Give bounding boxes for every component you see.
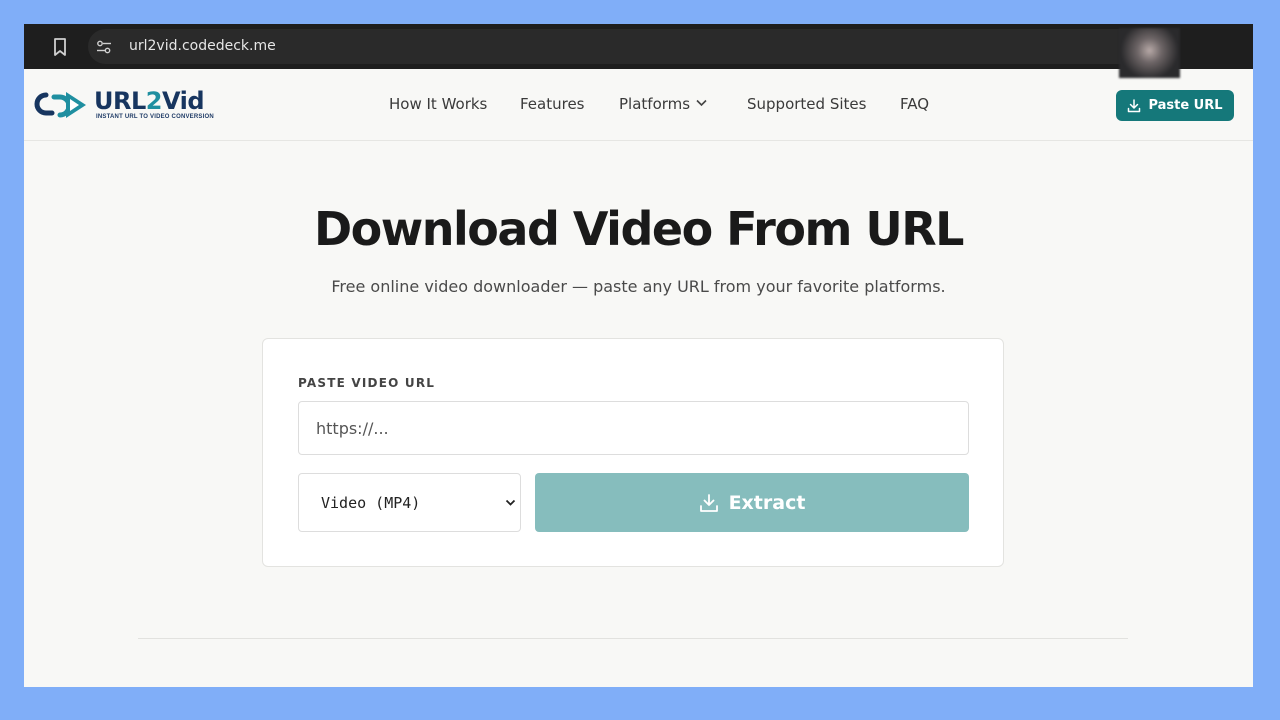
extract-button[interactable]: Extract [535, 473, 969, 532]
format-select-value: Video (MP4) [321, 493, 421, 512]
brand-wordmark: URL2Vid [94, 87, 205, 115]
chevron-down-icon [505, 499, 516, 506]
download-icon [1128, 98, 1141, 112]
nav-supported-sites[interactable]: Supported Sites [747, 95, 866, 113]
brand-tagline: INSTANT URL TO VIDEO CONVERSION [96, 114, 214, 120]
nav-platforms[interactable]: Platforms [619, 95, 707, 113]
address-url: url2vid.codedeck.me [129, 38, 276, 54]
format-select[interactable]: Video (MP4) [298, 473, 521, 532]
paste-url-label: Paste URL [1148, 98, 1223, 113]
brand-name-suffix: Vid [161, 87, 205, 115]
section-divider [138, 638, 1128, 639]
nav-faq[interactable]: FAQ [900, 95, 929, 113]
browser-window: url2vid.codedeck.me URL2Vid INSTANT URL … [24, 24, 1253, 687]
nav-platforms-label: Platforms [619, 95, 691, 113]
brand-name-prefix: URL [94, 87, 146, 115]
site-header: URL2Vid INSTANT URL TO VIDEO CONVERSION … [24, 69, 1253, 141]
video-url-input[interactable] [298, 401, 969, 455]
site-settings-icon[interactable] [96, 39, 112, 55]
browser-toolbar: url2vid.codedeck.me [24, 24, 1253, 78]
chevron-down-icon [696, 99, 707, 107]
nav-features[interactable]: Features [520, 95, 585, 113]
logo-icon [34, 92, 86, 118]
url-field-label: PASTE VIDEO URL [298, 376, 436, 390]
brand-name-digit: 2 [145, 87, 163, 115]
nav-how-it-works[interactable]: How It Works [389, 95, 487, 113]
extract-label: Extract [728, 491, 806, 514]
paste-url-button[interactable]: Paste URL [1116, 90, 1234, 121]
page-title: Download Video From URL [314, 202, 965, 256]
download-form-card: PASTE VIDEO URL Video (MP4) Extract [262, 338, 1004, 567]
page-subtitle: Free online video downloader — paste any… [331, 277, 946, 296]
address-bar[interactable]: url2vid.codedeck.me [88, 29, 1178, 64]
bookmark-icon[interactable] [52, 37, 68, 57]
download-icon [699, 493, 718, 512]
